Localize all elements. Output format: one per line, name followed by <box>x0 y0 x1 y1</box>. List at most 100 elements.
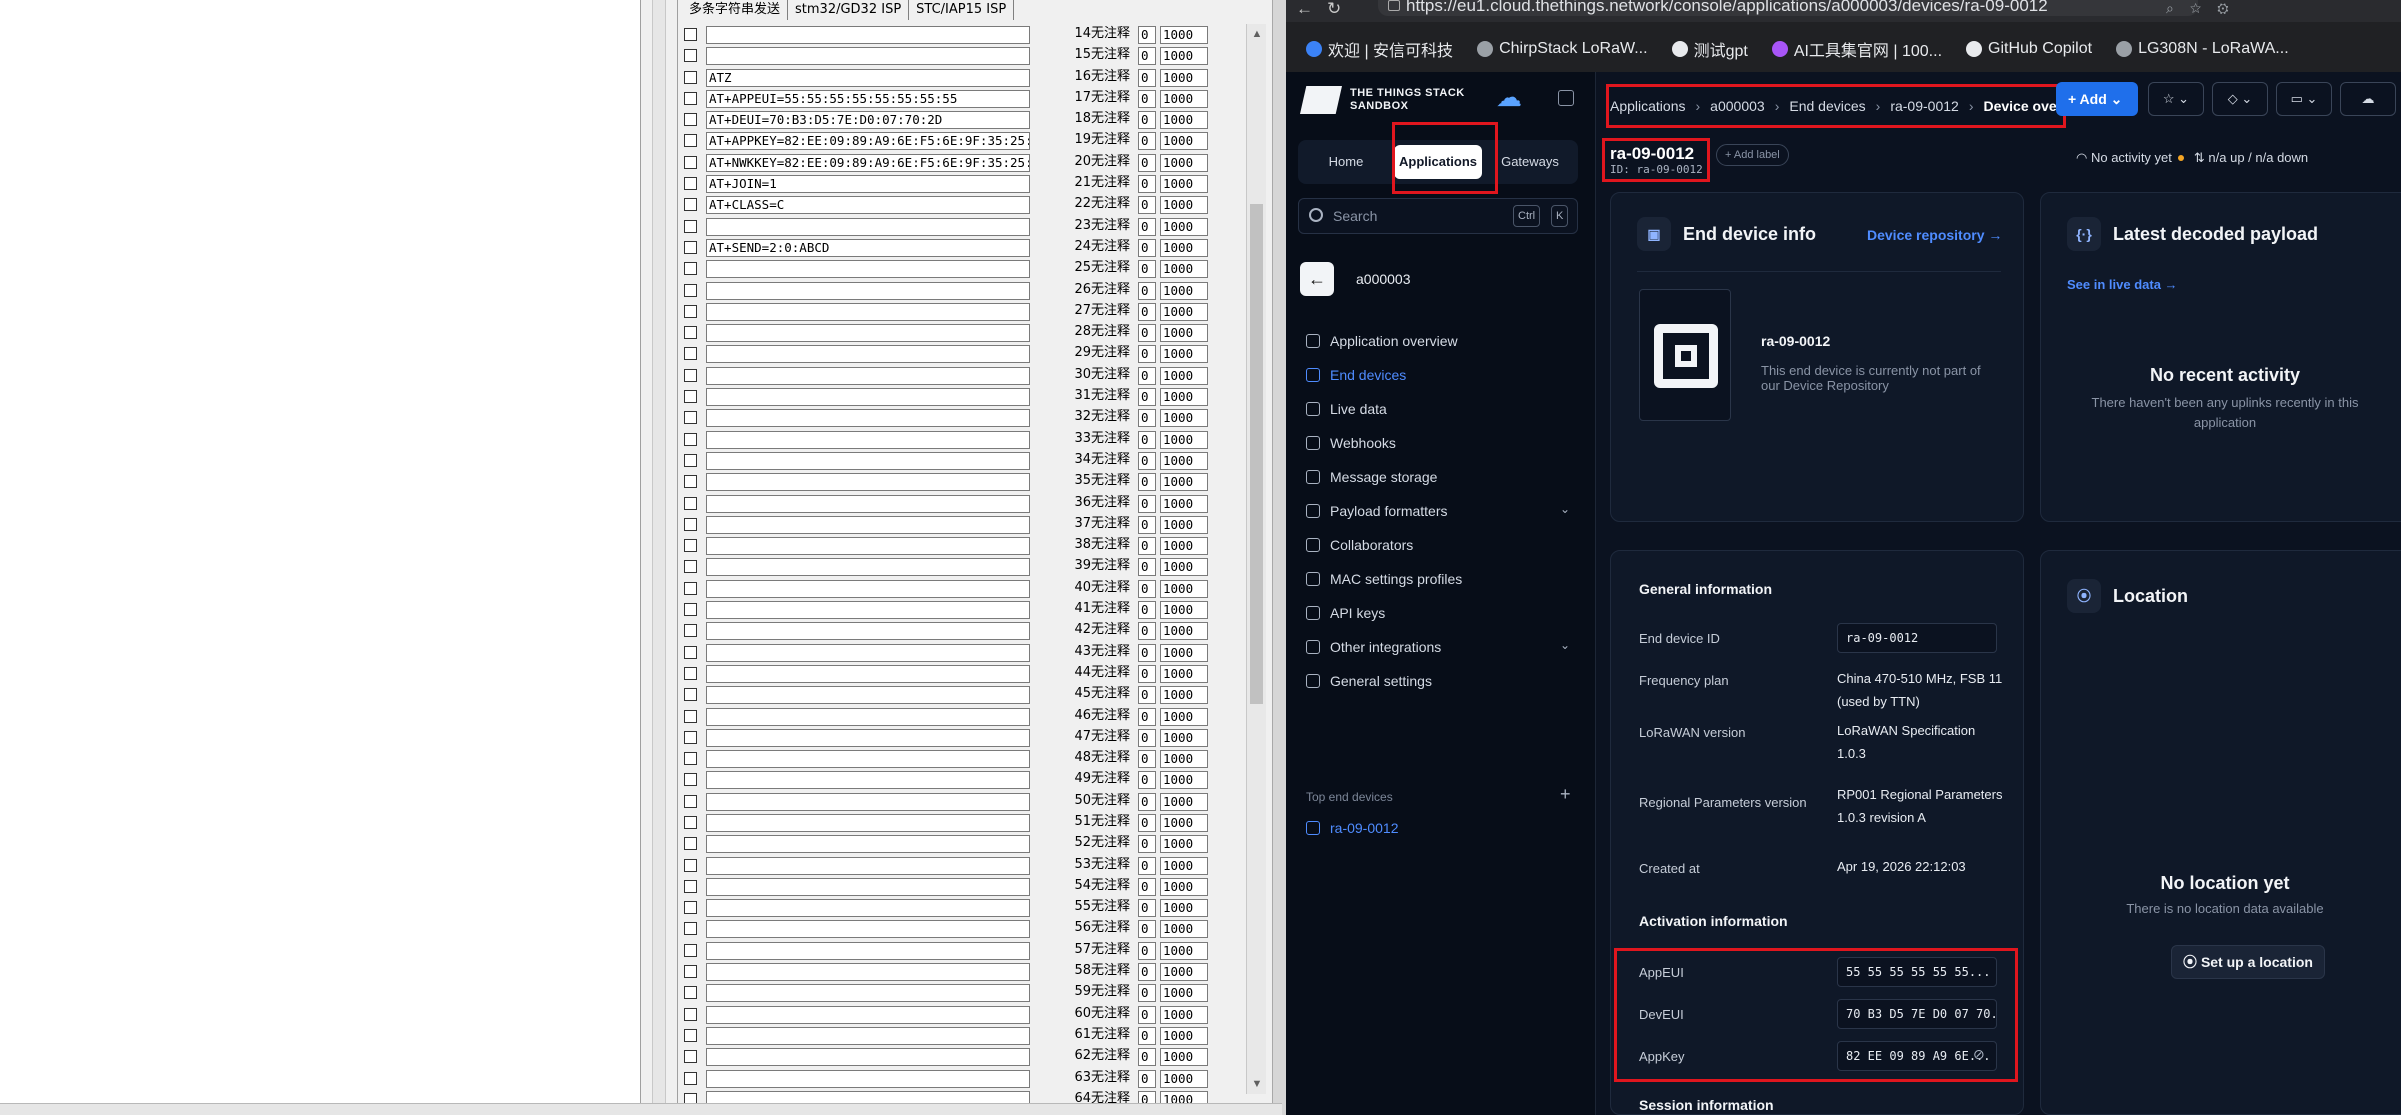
hex-checkbox[interactable] <box>684 794 697 808</box>
hex-checkbox[interactable] <box>684 411 697 425</box>
delay-field[interactable]: 1000 <box>1160 175 1208 194</box>
delay-field[interactable]: 1000 <box>1160 601 1208 620</box>
order-field[interactable]: 0 <box>1138 813 1156 832</box>
order-field[interactable]: 0 <box>1138 68 1156 87</box>
string-input[interactable] <box>706 664 1030 683</box>
cloud-button[interactable]: ☁ <box>2340 82 2396 116</box>
hex-checkbox[interactable] <box>684 49 697 63</box>
tab-stc-isp[interactable]: STC/IAP15 ISP <box>909 0 1015 20</box>
send-string-button[interactable]: 31无注释 <box>1034 388 1134 406</box>
send-string-button[interactable]: 29无注释 <box>1034 345 1134 363</box>
hex-checkbox[interactable] <box>684 986 697 1000</box>
order-field[interactable]: 0 <box>1138 153 1156 172</box>
delay-field[interactable]: 1000 <box>1160 281 1208 300</box>
order-field[interactable]: 0 <box>1138 89 1156 108</box>
hex-checkbox[interactable] <box>684 1007 697 1021</box>
send-string-button[interactable]: 22无注释 <box>1034 196 1134 214</box>
scroll-down-icon[interactable]: ▼ <box>1247 1078 1267 1090</box>
order-field[interactable]: 0 <box>1138 941 1156 960</box>
order-field[interactable]: 0 <box>1138 771 1156 790</box>
send-string-button[interactable]: 49无注释 <box>1034 771 1134 789</box>
order-field[interactable]: 0 <box>1138 792 1156 811</box>
string-input[interactable] <box>706 217 1030 236</box>
string-input[interactable] <box>706 558 1030 577</box>
order-field[interactable]: 0 <box>1138 430 1156 449</box>
hex-checkbox[interactable] <box>684 91 697 105</box>
string-input[interactable] <box>706 47 1030 66</box>
string-input[interactable] <box>706 388 1030 407</box>
string-input[interactable] <box>706 281 1030 300</box>
string-input[interactable] <box>706 856 1030 875</box>
hex-checkbox[interactable] <box>684 539 697 553</box>
hex-checkbox[interactable] <box>684 858 697 872</box>
delay-field[interactable]: 1000 <box>1160 68 1208 87</box>
inbox-button[interactable]: ▭ ⌄ <box>2276 82 2332 116</box>
hex-checkbox[interactable] <box>684 1071 697 1085</box>
string-input[interactable] <box>706 451 1030 470</box>
delay-field[interactable]: 1000 <box>1160 558 1208 577</box>
delay-field[interactable]: 1000 <box>1160 622 1208 641</box>
hex-checkbox[interactable] <box>684 1050 697 1064</box>
browser-toolbar-icons[interactable]: ⌕☆⚙ <box>2166 0 2245 20</box>
send-string-button[interactable]: 63无注释 <box>1034 1070 1134 1088</box>
delay-field[interactable]: 1000 <box>1160 984 1208 1003</box>
bookmark-item[interactable]: GitHub Copilot <box>1956 34 2102 64</box>
send-string-button[interactable]: 16无注释 <box>1034 69 1134 87</box>
delay-field[interactable]: 1000 <box>1160 430 1208 449</box>
order-field[interactable]: 0 <box>1138 47 1156 66</box>
send-string-button[interactable]: 55无注释 <box>1034 899 1134 917</box>
string-input[interactable] <box>706 984 1030 1003</box>
send-string-button[interactable]: 48无注释 <box>1034 750 1134 768</box>
string-input[interactable] <box>706 260 1030 279</box>
hex-checkbox[interactable] <box>684 645 697 659</box>
send-string-button[interactable]: 64无注释 <box>1034 1091 1134 1103</box>
hex-checkbox[interactable] <box>684 475 697 489</box>
delay-field[interactable]: 1000 <box>1160 792 1208 811</box>
send-string-button[interactable]: 17无注释 <box>1034 90 1134 108</box>
vertical-scrollbar[interactable] <box>652 0 666 1115</box>
delay-field[interactable]: 1000 <box>1160 47 1208 66</box>
string-input[interactable] <box>706 324 1030 343</box>
string-input[interactable] <box>706 941 1030 960</box>
delay-field[interactable]: 1000 <box>1160 579 1208 598</box>
send-string-button[interactable]: 34无注释 <box>1034 452 1134 470</box>
delay-field[interactable]: 1000 <box>1160 1069 1208 1088</box>
delay-field[interactable]: 1000 <box>1160 856 1208 875</box>
sidebar-item[interactable]: Live data <box>1306 392 1576 426</box>
string-input[interactable]: ATZ <box>706 68 1030 87</box>
hex-checkbox[interactable] <box>684 709 697 723</box>
order-field[interactable]: 0 <box>1138 260 1156 279</box>
string-input[interactable] <box>706 686 1030 705</box>
delay-field[interactable]: 1000 <box>1160 409 1208 428</box>
send-string-button[interactable]: 57无注释 <box>1034 942 1134 960</box>
order-field[interactable]: 0 <box>1138 366 1156 385</box>
order-field[interactable]: 0 <box>1138 835 1156 854</box>
delay-field[interactable]: 1000 <box>1160 771 1208 790</box>
send-string-button[interactable]: 25无注释 <box>1034 260 1134 278</box>
order-field[interactable]: 0 <box>1138 388 1156 407</box>
string-input[interactable] <box>706 1090 1030 1103</box>
string-input[interactable] <box>706 899 1030 918</box>
send-string-button[interactable]: 42无注释 <box>1034 622 1134 640</box>
string-input[interactable] <box>706 1005 1030 1024</box>
sidebar-item[interactable]: API keys <box>1306 596 1576 630</box>
send-string-button[interactable]: 33无注释 <box>1034 431 1134 449</box>
send-string-button[interactable]: 61无注释 <box>1034 1027 1134 1045</box>
delay-field[interactable]: 1000 <box>1160 89 1208 108</box>
order-field[interactable]: 0 <box>1138 238 1156 257</box>
ttn-logo[interactable]: THE THINGS STACK SANDBOX <box>1300 86 1465 114</box>
chevron-down-icon[interactable]: ⌄ <box>1560 502 1570 516</box>
hex-checkbox[interactable] <box>684 837 697 851</box>
hex-checkbox[interactable] <box>684 965 697 979</box>
hex-checkbox[interactable] <box>684 666 697 680</box>
device-id-field[interactable]: ra-09-0012 <box>1837 623 1997 653</box>
sidebar-item[interactable]: Payload formatters ⌄ <box>1306 494 1576 528</box>
hex-checkbox[interactable] <box>684 517 697 531</box>
hex-checkbox[interactable] <box>684 603 697 617</box>
order-field[interactable]: 0 <box>1138 984 1156 1003</box>
send-string-button[interactable]: 58无注释 <box>1034 963 1134 981</box>
bookmark-item[interactable]: 欢迎 | 安信可科技 <box>1296 34 1463 64</box>
string-input[interactable] <box>706 302 1030 321</box>
send-string-button[interactable]: 43无注释 <box>1034 644 1134 662</box>
order-field[interactable]: 0 <box>1138 899 1156 918</box>
